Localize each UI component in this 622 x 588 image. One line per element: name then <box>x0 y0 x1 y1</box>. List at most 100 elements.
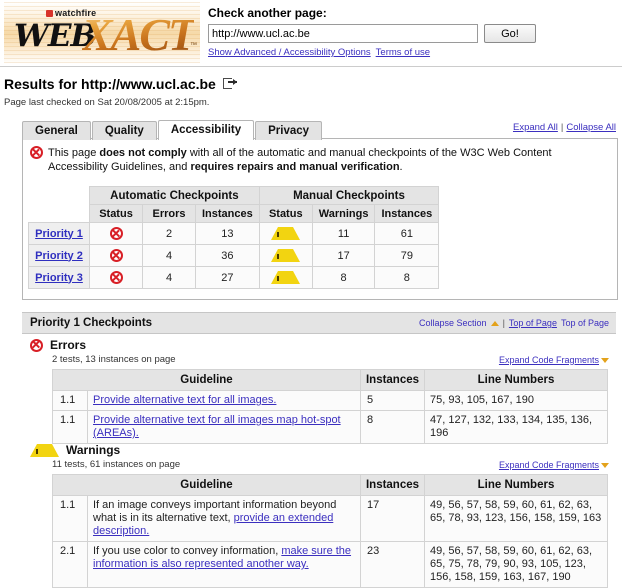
warnings-row-number: 2.1 <box>52 541 88 588</box>
tab-privacy[interactable]: Privacy <box>255 121 323 140</box>
errors-meta-row: 2 tests, 13 instances on page Expand Cod… <box>52 354 616 365</box>
summary-group-header-row: Automatic Checkpoints Manual Checkpoints <box>29 186 440 205</box>
summary-corner-cell-2 <box>29 205 90 223</box>
errors-header-row: Guideline Instances Line Numbers <box>52 369 608 391</box>
tab-accessibility[interactable]: Accessibility <box>157 120 255 140</box>
collapse-section-label[interactable]: Collapse Section <box>419 318 487 328</box>
summary-priority-cell: Priority 1 <box>28 222 90 245</box>
priority-1-link[interactable]: Priority 1 <box>35 228 83 240</box>
last-checked-text: Page last checked on Sat 20/08/2005 at 2… <box>4 97 210 108</box>
url-input[interactable] <box>208 24 478 43</box>
icon-wrap <box>90 227 142 240</box>
warning-icon <box>271 227 301 240</box>
summary-auto-instances-cell: 36 <box>195 244 260 267</box>
summary-priority-cell: Priority 2 <box>28 244 90 267</box>
error-icon <box>30 146 43 159</box>
guideline-link[interactable]: Provide alternative text for all images … <box>93 414 341 439</box>
warnings-col-instances: Instances <box>360 474 425 496</box>
warnings-row-number: 1.1 <box>52 495 88 542</box>
errors-row-instances: 8 <box>360 410 425 444</box>
caret-down-icon <box>601 462 609 468</box>
errors-table: Guideline Instances Line Numbers 1.1 Pro… <box>52 369 608 444</box>
newwin-arrow-head <box>232 78 237 85</box>
errors-row-guideline: Provide alternative text for all images … <box>87 410 361 444</box>
priority-3-link[interactable]: Priority 3 <box>35 272 83 284</box>
section-header-links: Collapse Section | Top of Page Top of Pa… <box>419 318 609 328</box>
warnings-guideline-plain: If you use color to convey information, <box>93 545 282 557</box>
errors-meta: 2 tests, 13 instances on page <box>52 354 176 365</box>
warnings-row-instances: 17 <box>360 495 425 542</box>
expand-all-link[interactable]: Expand All <box>513 122 558 133</box>
expand-code-fragments-errors-link[interactable]: Expand Code Fragments <box>499 355 609 365</box>
logo-xact-text: XACT <box>82 9 196 60</box>
summary-manual-status-cell <box>258 244 313 267</box>
show-advanced-options-link[interactable]: Show Advanced / Accessibility Options <box>208 47 371 58</box>
warnings-table: Guideline Instances Line Numbers 1.1 If … <box>52 474 608 588</box>
logo-trademark: ™ <box>190 42 197 49</box>
error-icon <box>30 338 43 352</box>
top-of-page-link[interactable]: Top of Page <box>509 318 557 328</box>
webxact-logo: watchfire WEB XACT ™ <box>4 2 200 64</box>
table-row: 2.1 If you use color to convey informati… <box>52 541 608 588</box>
warnings-row-instances: 23 <box>360 541 425 588</box>
warnings-row-lines: 49, 56, 57, 58, 59, 60, 61, 62, 63, 65, … <box>424 495 608 542</box>
go-button[interactable]: Go! <box>484 24 536 43</box>
section-links-separator: | <box>502 318 505 328</box>
errors-row-lines: 47, 127, 132, 133, 134, 135, 136, 196 <box>424 410 608 444</box>
summary-manual-instances-cell: 8 <box>374 266 440 289</box>
warnings-block-head: Warnings <box>30 443 616 457</box>
icon-wrap <box>260 271 312 284</box>
terms-of-use-link[interactable]: Terms of use <box>376 47 430 58</box>
summary-manual-instances-cell: 79 <box>374 244 440 267</box>
url-row: Go! <box>208 24 608 43</box>
icon-wrap <box>90 271 142 284</box>
errors-row-instances: 5 <box>360 390 425 411</box>
priority-2-link[interactable]: Priority 2 <box>35 250 83 262</box>
icon-wrap <box>260 249 312 262</box>
table-row: 1.1 Provide alternative text for all ima… <box>52 390 608 411</box>
links-separator: | <box>560 122 564 133</box>
table-row: Priority 3 4 27 8 8 <box>28 266 440 289</box>
caret-up-icon[interactable] <box>490 320 499 326</box>
summary-col-manual-instances: Instances <box>374 204 440 223</box>
error-icon <box>109 271 123 284</box>
tab-general[interactable]: General <box>22 121 91 140</box>
warnings-meta-row: 11 tests, 61 instances on page Expand Co… <box>52 459 616 470</box>
page-header: watchfire WEB XACT ™ Check another page:… <box>0 0 622 67</box>
page-title: Results for http://www.ucl.ac.be <box>4 76 237 92</box>
summary-errors-cell: 2 <box>142 222 196 245</box>
results-title-text: Results for http://www.ucl.ac.be <box>4 76 216 92</box>
warnings-title: Warnings <box>66 443 121 457</box>
notice-part1: This page <box>48 147 100 159</box>
summary-group-automatic: Automatic Checkpoints <box>89 186 260 205</box>
summary-corner-cell <box>29 187 90 205</box>
warning-icon <box>271 249 301 262</box>
guideline-link[interactable]: Provide alternative text for all images. <box>93 394 276 406</box>
summary-column-header-row: Status Errors Instances Status Warnings … <box>29 204 440 223</box>
table-row: Priority 1 2 13 11 61 <box>28 222 440 245</box>
warnings-col-lines: Line Numbers <box>424 474 608 496</box>
tab-quality[interactable]: Quality <box>91 121 157 140</box>
expand-code-fragments-errors-label: Expand Code Fragments <box>498 354 599 365</box>
summary-col-auto-instances: Instances <box>195 204 260 223</box>
expand-code-fragments-warnings-link[interactable]: Expand Code Fragments <box>499 460 609 470</box>
results-heading-area: Results for http://www.ucl.ac.be Page la… <box>4 76 237 108</box>
summary-errors-cell: 4 <box>142 244 196 267</box>
notice-bold1: does not comply <box>99 147 187 159</box>
error-icon <box>109 249 123 262</box>
checkpoint-summary-table: Automatic Checkpoints Manual Checkpoints… <box>28 186 440 289</box>
expand-code-fragments-warnings-label: Expand Code Fragments <box>498 459 599 470</box>
errors-col-instances: Instances <box>360 369 425 391</box>
open-in-new-window-icon[interactable] <box>222 78 237 90</box>
tab-bar: General Quality Accessibility Privacy <box>22 120 323 140</box>
table-row: 1.1 If an image conveys important inform… <box>52 495 608 542</box>
errors-block: Errors 2 tests, 13 instances on page Exp… <box>22 338 616 444</box>
warnings-row-guideline: If an image conveys important informatio… <box>87 495 361 542</box>
check-another-page-form: Check another page: Go! Show Advanced / … <box>208 6 608 58</box>
collapse-all-link[interactable]: Collapse All <box>566 122 616 133</box>
summary-col-manual-status: Status <box>258 204 313 223</box>
summary-warnings-cell: 8 <box>311 266 376 289</box>
table-row: Priority 2 4 36 17 79 <box>28 244 440 267</box>
summary-auto-status-cell <box>89 222 143 245</box>
webxact-accessibility-report-page: watchfire WEB XACT ™ Check another page:… <box>0 0 622 588</box>
